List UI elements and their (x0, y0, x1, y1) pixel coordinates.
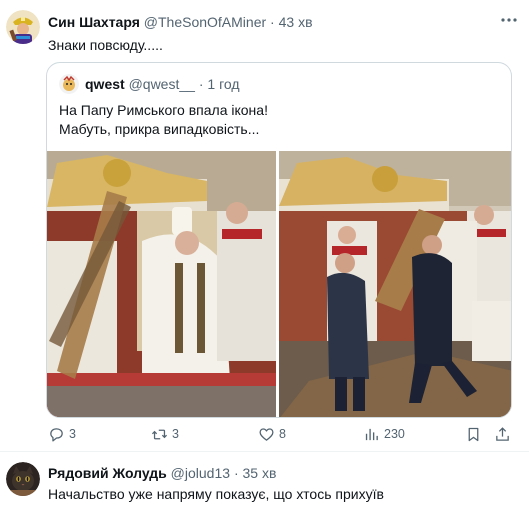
author-name[interactable]: Син Шахтаря (48, 14, 140, 30)
views-button[interactable]: 230 (363, 424, 405, 444)
share-icon (496, 426, 509, 441)
like-count: 8 (279, 427, 286, 441)
reply-author-name[interactable]: Рядовий Жолудь (48, 465, 167, 481)
quoted-tweet-header: qwest @qwest__ · 1 год (85, 76, 240, 92)
reply-button[interactable]: 3 (48, 424, 76, 444)
reply-tweet-header: Рядовий Жолудь @jolud13 · 35 хв (48, 464, 276, 482)
reply-author-avatar[interactable] (6, 462, 40, 496)
quoted-tweet[interactable]: qwest @qwest__ · 1 год На Папу Римського… (46, 62, 512, 418)
photo-collage-image (47, 151, 511, 417)
reply-time-separator: · (233, 465, 239, 481)
reply-tweet-text: Начальство уже напряму показує, що хтось… (48, 486, 384, 502)
reply-count: 3 (69, 427, 76, 441)
collage-divider (276, 151, 279, 417)
author-handle[interactable]: @TheSonOfAMiner (144, 14, 266, 30)
left-photo (47, 151, 276, 417)
quoted-author-avatar (59, 74, 79, 94)
quoted-text-line-1: На Папу Римського впала ікона! (59, 102, 268, 118)
tweet-header: Син Шахтаря @TheSonOfAMiner · 43 хв (48, 13, 313, 31)
quoted-text-line-2: Мабуть, прикра випадковість... (59, 121, 260, 137)
quoted-time-separator: · (198, 76, 204, 92)
share-button[interactable] (494, 424, 515, 444)
heart-icon (259, 427, 274, 441)
reply-author-handle[interactable]: @jolud13 (171, 465, 230, 481)
bookmark-icon (468, 427, 479, 441)
view-count: 230 (384, 427, 405, 441)
reply-tweet-time[interactable]: 35 хв (243, 465, 277, 481)
views-chart-icon (365, 428, 378, 440)
tweet-actions: 3 3 8 230 (48, 424, 518, 444)
tweet-text: Знаки повсюду..... (48, 37, 163, 53)
avatar-miner-image (6, 10, 40, 44)
quoted-media[interactable] (47, 151, 511, 417)
avatar-cat-image (6, 462, 40, 496)
quoted-tweet-time: 1 год (207, 76, 240, 92)
right-photo (279, 151, 511, 417)
reply-icon (50, 427, 63, 442)
quoted-tweet-text: На Папу Римського впала ікона! Мабуть, п… (59, 101, 268, 139)
quoted-author-name: qwest (85, 76, 125, 92)
tweet-time[interactable]: 43 хв (279, 14, 313, 30)
time-separator: · (270, 14, 275, 30)
retweet-icon (151, 429, 168, 439)
retweet-button[interactable]: 3 (151, 424, 179, 444)
bookmark-button[interactable] (465, 424, 486, 444)
like-button[interactable]: 8 (258, 424, 286, 444)
more-options-icon[interactable] (499, 10, 519, 30)
author-avatar[interactable] (6, 10, 40, 44)
quoted-author-handle: @qwest__ (128, 76, 195, 92)
retweet-count: 3 (172, 427, 179, 441)
tweet[interactable]: Син Шахтаря @TheSonOfAMiner · 43 хв Знак… (0, 0, 529, 452)
